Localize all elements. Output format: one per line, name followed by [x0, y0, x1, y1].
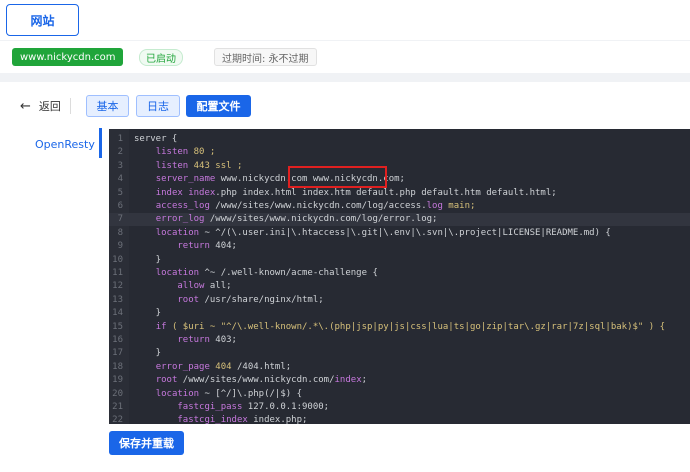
status-badge: 已启动 [139, 49, 183, 66]
line-number: 10 [112, 254, 123, 265]
arrow-left-icon: ← [20, 98, 31, 114]
tab-config-file[interactable]: 配置文件 [186, 95, 251, 117]
code-line[interactable]: 7 error_log /www/sites/www.nickycdn.com/… [109, 213, 690, 227]
line-number: 8 [117, 227, 123, 238]
line-number: 12 [112, 281, 123, 292]
line-number: 2 [117, 147, 123, 158]
code-line[interactable]: 12 allow all; [109, 280, 690, 293]
expire-badge: 过期时间: 永不过期 [214, 48, 317, 66]
line-number: 15 [112, 321, 123, 332]
code-line[interactable]: 5 index index.php index.html index.htm d… [109, 187, 690, 200]
save-and-reload-button[interactable]: 保存并重载 [109, 431, 184, 455]
code-line[interactable]: 19 root /www/sites/www.nickycdn.com/inde… [109, 374, 690, 387]
code-text: allow all; [177, 281, 232, 292]
code-text: index index.php index.html index.htm def… [155, 187, 557, 198]
code-text: fastcgi_index index.php; [177, 415, 308, 424]
annotation-highlight-box [288, 166, 387, 188]
line-number: 13 [112, 294, 123, 305]
code-line[interactable]: 18 error_page 404 /404.html; [109, 361, 690, 374]
line-number: 5 [117, 187, 123, 198]
code-text: if ( $uri ~ "^/\.well-known/.*\.(php|jsp… [155, 321, 666, 332]
code-line[interactable]: 3 listen 443 ssl ; [109, 160, 690, 173]
code-text: } [134, 308, 162, 319]
line-number: 7 [117, 214, 123, 225]
code-line[interactable]: 8 location ~ ^/(\.user.ini|\.htaccess|\.… [109, 227, 690, 240]
line-number: 6 [117, 201, 123, 211]
line-number: 22 [112, 415, 123, 424]
code-line[interactable]: 22 fastcgi_index index.php; [109, 414, 690, 424]
code-line[interactable]: 17 } [109, 347, 690, 360]
code-line[interactable]: 11 location ^~ /.well-known/acme-challen… [109, 267, 690, 280]
code-text: return 404; [177, 241, 237, 252]
line-number: 20 [112, 388, 123, 399]
line-number: 17 [112, 348, 123, 359]
line-number: 1 [117, 134, 123, 144]
code-text: return 403; [177, 335, 237, 345]
line-number: 11 [112, 268, 123, 278]
code-editor[interactable]: 1 server {2 listen 80 ; 3 listen 443 ssl ;… [109, 129, 690, 424]
tab-log[interactable]: 日志 [136, 95, 180, 117]
line-number: 14 [112, 308, 123, 319]
code-line[interactable]: 13 root /usr/share/nginx/html; [109, 294, 690, 307]
side-nav: OpenResty [0, 128, 102, 158]
code-text: fastcgi_pass 127.0.0.1:9000; [177, 402, 330, 412]
code-line[interactable]: 20 location ~ [^/]\.php(/|$) { [109, 388, 690, 401]
back-button[interactable]: ← 返回 [20, 96, 61, 116]
code-line[interactable]: 1 server { [109, 133, 690, 146]
code-text: error_log /www/sites/www.nickycdn.com/lo… [155, 214, 438, 225]
code-line[interactable]: 10 } [109, 254, 690, 267]
line-number: 19 [112, 375, 123, 386]
code-text: access_log /www/sites/www.nickycdn.com/l… [155, 201, 476, 211]
code-text: listen 80 ; [155, 147, 216, 158]
code-line[interactable]: 14 } [109, 307, 690, 320]
line-number: 9 [117, 241, 123, 252]
line-number: 4 [117, 174, 123, 185]
side-nav-item-openresty[interactable]: OpenResty [35, 138, 95, 151]
tab-basic[interactable]: 基本 [86, 95, 129, 117]
domain-badge[interactable]: www.nickycdn.com [12, 48, 124, 66]
code-text: server { [134, 134, 178, 144]
line-number: 21 [112, 402, 123, 412]
toolbar-divider [70, 98, 71, 114]
code-line[interactable]: 21 fastcgi_pass 127.0.0.1:9000; [109, 401, 690, 414]
code-text: } [134, 254, 162, 265]
code-text: } [134, 348, 162, 359]
tab-website[interactable]: 网站 [6, 4, 79, 36]
line-number: 18 [112, 361, 123, 372]
code-text: root /www/sites/www.nickycdn.com/index; [155, 375, 368, 386]
code-text: listen 443 ssl ; [155, 160, 243, 171]
code-line[interactable]: 9 return 404; [109, 240, 690, 253]
line-number: 16 [112, 335, 123, 345]
code-line[interactable]: 6 access_log /www/sites/www.nickycdn.com… [109, 200, 690, 213]
back-label: 返回 [38, 100, 61, 113]
code-text: location ^~ /.well-known/acme-challenge … [155, 268, 378, 278]
code-text: location ~ ^/(\.user.ini|\.htaccess|\.gi… [155, 227, 611, 238]
code-line[interactable]: 15 if ( $uri ~ "^/\.well-known/.*\.(php|… [109, 321, 690, 334]
code-line[interactable]: 2 listen 80 ; [109, 146, 690, 159]
side-nav-active-indicator [99, 128, 102, 158]
line-number: 3 [117, 160, 123, 171]
code-text: root /usr/share/nginx/html; [177, 294, 324, 305]
code-text: location ~ [^/]\.php(/|$) { [155, 388, 302, 399]
top-bar: 网站 [0, 0, 690, 40]
code-line[interactable]: 16 return 403; [109, 334, 690, 347]
code-text: error_page 404 /404.html; [155, 361, 292, 372]
code-line[interactable]: 4 server_name www.nickycdn.com www.nicky… [109, 173, 690, 186]
